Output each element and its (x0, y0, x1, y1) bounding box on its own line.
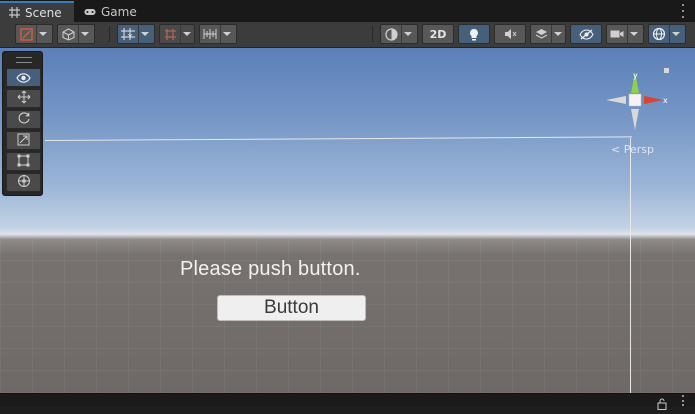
grid-snap-toggle[interactable]: Y (117, 24, 155, 44)
camera-icon (607, 25, 627, 43)
gizmo-x-axis (644, 96, 663, 104)
shaded-mode-icon (16, 25, 36, 43)
more-options-icon[interactable] (681, 395, 685, 406)
chevron-down-icon (180, 25, 193, 43)
draw-mode-dropdown[interactable] (15, 24, 53, 44)
drag-handle-icon[interactable] (16, 57, 32, 63)
snap-grid-icon (160, 25, 180, 43)
scene-prompt-text: Please push button. (180, 258, 361, 280)
toolbar-separator (372, 26, 373, 42)
lightbulb-icon (459, 25, 489, 43)
increment-snap-dropdown[interactable] (199, 24, 237, 44)
gizmo-neg-y-axis (631, 109, 639, 130)
lighting-toggle[interactable] (458, 24, 490, 44)
ruler-icon (200, 25, 220, 43)
eye-hidden-icon (571, 25, 601, 43)
move-tool-button[interactable] (6, 89, 41, 108)
scene-visibility-toggle[interactable] (570, 24, 602, 44)
projection-label[interactable]: < Persp (611, 143, 654, 156)
tab-scene-label: Scene (25, 5, 62, 20)
chevron-down-icon (669, 25, 682, 43)
scale-tool-button[interactable] (6, 131, 41, 150)
chevron-down-icon (138, 25, 151, 43)
cube-icon (58, 25, 78, 43)
render-mode-dropdown[interactable] (57, 24, 95, 44)
snap-increment-dropdown[interactable] (159, 24, 195, 44)
gizmo-x-label: x (663, 96, 668, 105)
lock-icon[interactable] (657, 395, 667, 410)
rect-tool-button[interactable] (6, 152, 41, 171)
sphere-shading-icon (381, 25, 401, 43)
transform-tool-button[interactable] (6, 173, 41, 192)
gizmo-globe-icon (649, 25, 669, 43)
tab-scene[interactable]: Scene (0, 1, 74, 22)
transform-icon (17, 173, 31, 192)
tab-bar: Scene Game (0, 0, 695, 22)
chevron-down-icon (78, 25, 91, 43)
chevron-down-icon (36, 25, 49, 43)
scene-push-button[interactable]: Button (217, 295, 366, 321)
chevron-down-icon (401, 25, 414, 43)
gamepad-icon (84, 6, 96, 18)
tab-game[interactable]: Game (76, 1, 146, 22)
eye-icon (16, 68, 31, 87)
gizmo-neg-x-axis (606, 96, 626, 104)
audio-toggle[interactable] (494, 24, 526, 44)
grid-y-icon: Y (118, 25, 138, 43)
canvas-frame-top (44, 136, 632, 141)
scene-grid-icon (8, 7, 20, 19)
tools-overlay (2, 51, 43, 196)
chevron-down-icon (627, 25, 640, 43)
gizmo-corner-marker (664, 68, 669, 73)
scene-toolbar: Y 2D (0, 22, 695, 48)
chevron-down-icon (220, 25, 233, 43)
gizmos-dropdown[interactable] (648, 24, 686, 44)
gizmo-center-cube (628, 93, 642, 107)
rotate-icon (17, 110, 31, 129)
more-options-icon[interactable] (681, 4, 685, 18)
camera-dropdown[interactable] (606, 24, 644, 44)
svg-text:Y: Y (127, 33, 133, 41)
mode-2d-label: 2D (429, 27, 447, 41)
speaker-mute-icon (495, 25, 525, 43)
view-tool-button[interactable] (6, 68, 41, 87)
tab-game-label: Game (101, 4, 137, 19)
canvas-frame-right (630, 138, 631, 393)
chevron-down-icon (551, 25, 564, 43)
scale-icon (17, 131, 30, 150)
gizmo-y-label: y (633, 71, 638, 80)
mode-2d-toggle[interactable]: 2D (422, 24, 454, 44)
rect-transform-icon (17, 152, 30, 171)
rotate-tool-button[interactable] (6, 110, 41, 129)
scene-viewport[interactable] (0, 48, 695, 393)
effects-dropdown[interactable] (530, 24, 566, 44)
layers-icon (531, 25, 551, 43)
toolbar-separator (109, 26, 110, 42)
orientation-gizmo[interactable]: y x (586, 54, 670, 142)
shading-mode-dropdown[interactable] (380, 24, 418, 44)
move-arrows-icon (17, 89, 31, 108)
bottom-panel-bar (0, 393, 695, 410)
